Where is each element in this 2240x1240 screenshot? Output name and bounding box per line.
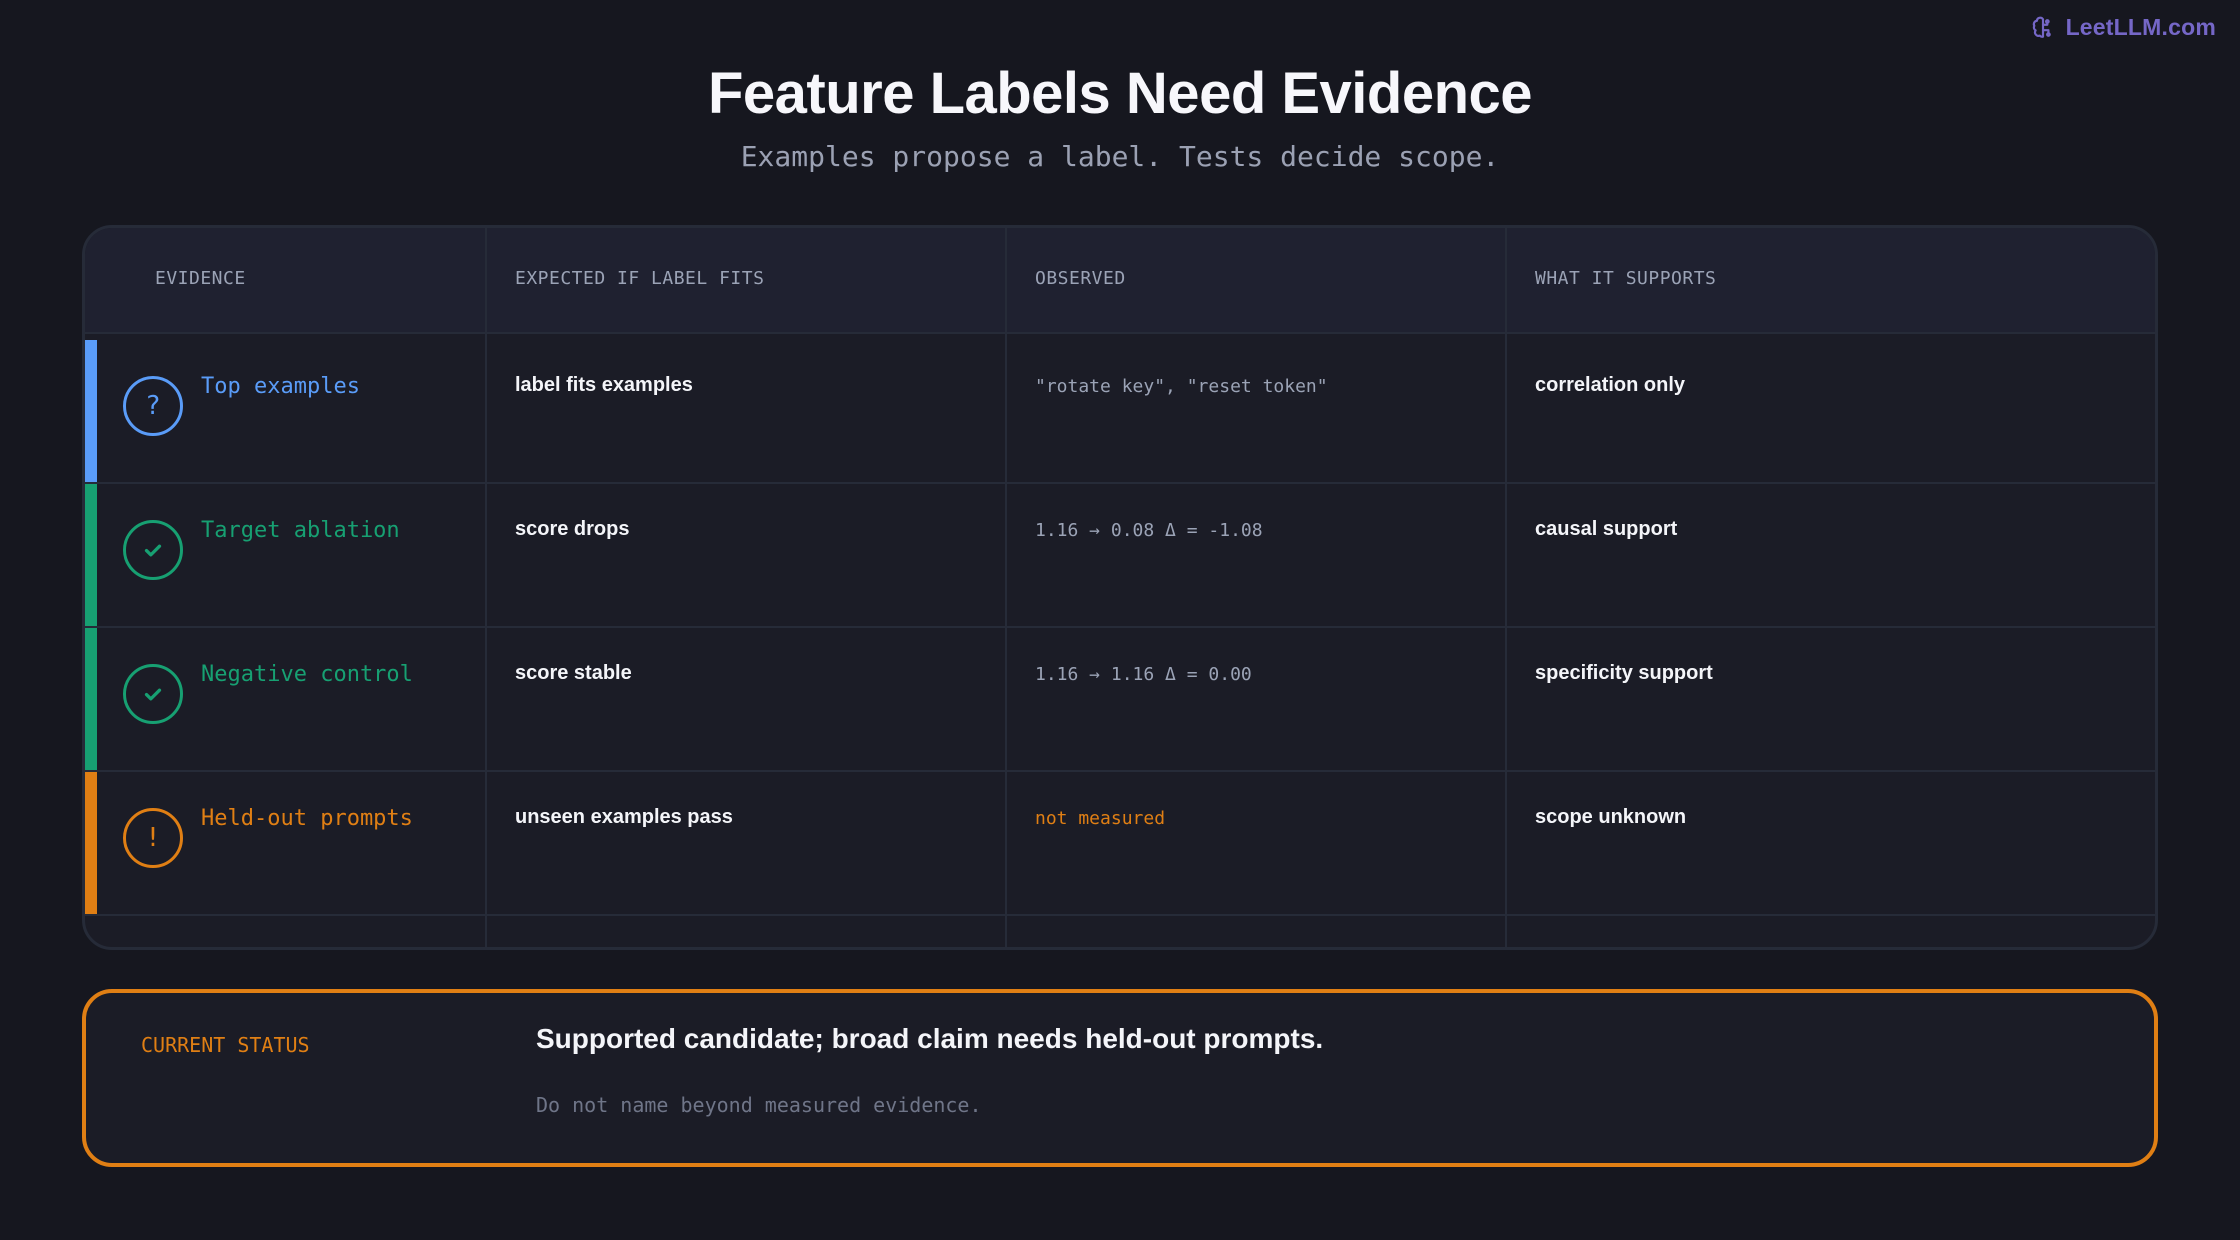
check-icon [123,664,183,724]
row-accent-bar [85,628,97,770]
expected-cell: score drops [515,518,630,540]
check-icon [123,520,183,580]
row-accent-bar [85,340,97,482]
observed-cell: 1.16 → 1.16 Δ = 0.00 [1035,664,1252,685]
supports-cell: scope unknown [1535,806,1687,828]
observed-cell: "rotate key", "reset token" [1035,376,1328,397]
header-evidence: EVIDENCE [155,268,246,289]
observed-cell: not measured [1035,808,1166,829]
status-text: Supported candidate; broad claim needs h… [536,1023,1324,1054]
evidence-label: Negative control [201,662,413,687]
supports-cell: correlation only [1535,374,1686,396]
expected-cell: score stable [515,662,632,684]
expected-cell: unseen examples pass [515,806,733,828]
brain-icon [2032,16,2051,38]
question-icon: ? [123,376,183,436]
header-supports: WHAT IT SUPPORTS [1535,268,1717,289]
evidence-table: EVIDENCE EXPECTED IF LABEL FITS OBSERVED… [82,225,2158,950]
evidence-label: Target ablation [201,518,400,543]
supports-cell: causal support [1535,518,1678,540]
page-title: Feature Labels Need Evidence [707,61,1533,126]
page-subtitle: Examples propose a label. Tests decide s… [740,140,1500,173]
table-row: ! Held-out prompts unseen examples pass … [85,772,2155,916]
exclamation-icon: ! [123,808,183,868]
table-header: EVIDENCE EXPECTED IF LABEL FITS OBSERVED… [85,228,2155,334]
table-row: Target ablation score drops 1.16 → 0.08 … [85,484,2155,628]
observed-cell: 1.16 → 0.08 Δ = -1.08 [1035,520,1263,541]
status-label: CURRENT STATUS [141,1033,310,1057]
page: LeetLLM.com Feature Labels Need Evidence… [0,0,2240,1240]
evidence-label: Held-out prompts [201,806,413,831]
expected-cell: label fits examples [515,374,693,396]
status-card: CURRENT STATUS Supported candidate; broa… [82,989,2158,1167]
brand-logo[interactable]: LeetLLM.com [2030,14,2216,41]
row-accent-bar [85,772,97,914]
supports-cell: specificity support [1535,662,1713,684]
status-note: Do not name beyond measured evidence. [536,1093,982,1117]
table-row: Negative control score stable 1.16 → 1.1… [85,628,2155,772]
brand-name: LeetLLM.com [2065,14,2216,40]
header-observed: OBSERVED [1035,268,1126,289]
header-expected: EXPECTED IF LABEL FITS [515,268,765,289]
table-row: ? Top examples label fits examples "rota… [85,340,2155,484]
row-accent-bar [85,484,97,626]
evidence-label: Top examples [201,374,360,399]
